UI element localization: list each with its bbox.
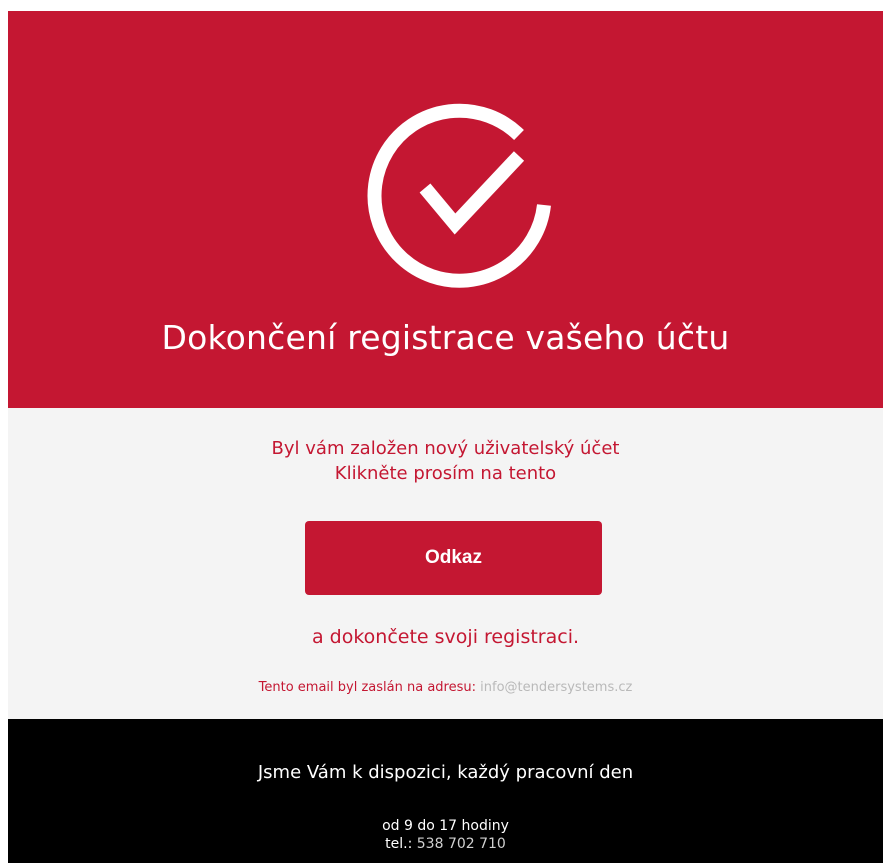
hero-banner: Dokončení registrace vašeho účtu — [8, 11, 883, 408]
message-body: Byl vám založen nový uživatelský účet Kl… — [8, 408, 883, 719]
phone-number-link[interactable]: 538 702 710 — [417, 836, 506, 852]
page-title: Dokončení registrace vašeho účtu — [161, 318, 730, 357]
footer-hours: od 9 do 17 hodiny — [382, 818, 509, 834]
footer-availability: Jsme Vám k dispozici, každý pracovní den — [257, 762, 634, 783]
outro-text: a dokončete svoji registraci. — [311, 626, 580, 648]
footer: Jsme Vám k dispozici, každý pracovní den… — [8, 719, 883, 863]
intro-line-1: Byl vám založen nový uživatelský účet — [271, 438, 620, 459]
email-address-link[interactable]: info@tendersystems.cz — [480, 680, 632, 695]
sent-to-label: Tento email byl zaslán na adresu: — [258, 680, 476, 695]
email-container: Dokončení registrace vašeho účtu Byl vám… — [8, 11, 883, 863]
intro-text: Byl vám založen nový uživatelský účet Kl… — [8, 436, 883, 486]
registration-link-button[interactable]: Odkaz — [305, 521, 602, 595]
intro-line-2: Klikněte prosím na tento — [334, 463, 557, 484]
footer-phone: tel.: 538 702 710 — [8, 835, 883, 853]
check-circle-icon — [367, 103, 551, 288]
sent-to-line: Tento email byl zaslán na adresu: info@t… — [8, 679, 883, 697]
phone-label: tel.: — [385, 836, 413, 852]
